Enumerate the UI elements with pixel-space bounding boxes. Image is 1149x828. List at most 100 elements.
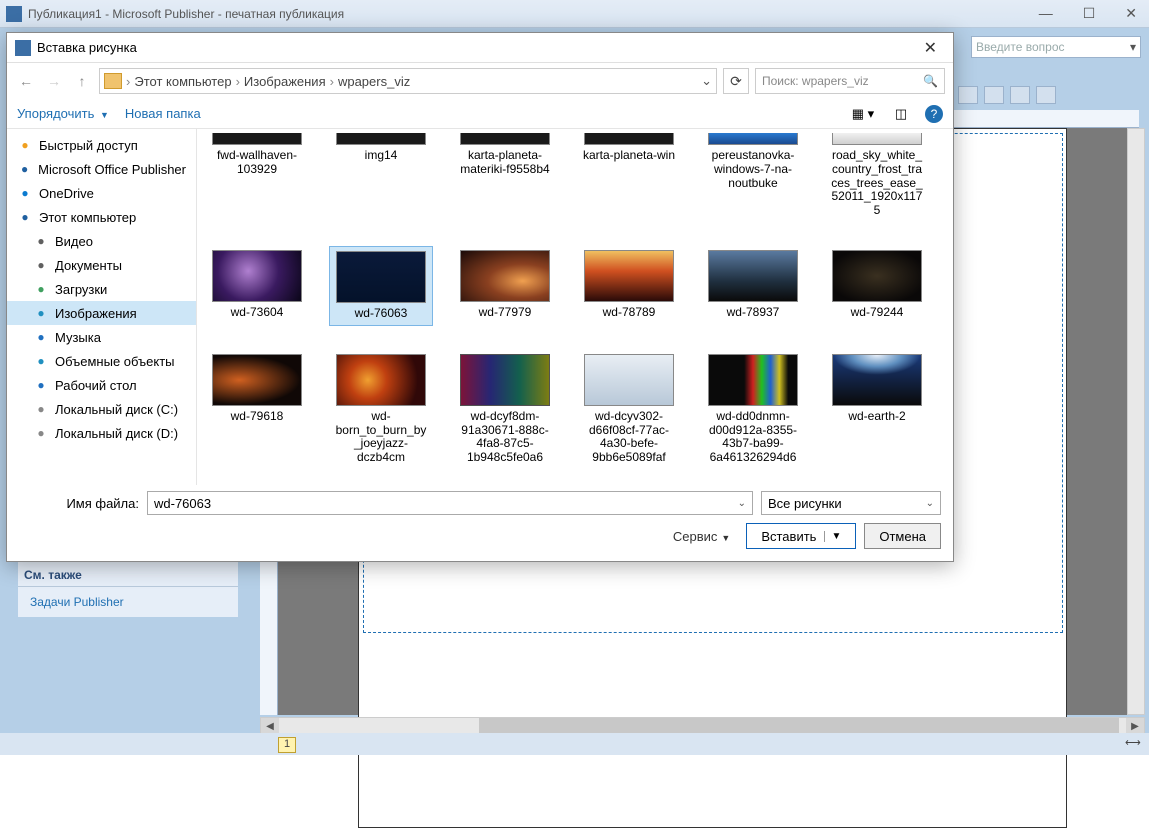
dialog-footer: Имя файла: wd-76063 ⌄ Все рисунки ⌄ Серв… bbox=[7, 485, 953, 561]
pc-icon: ● bbox=[17, 209, 33, 225]
file-name: karta-planeta-materiki-f9558b4 bbox=[457, 149, 553, 177]
file-item[interactable]: wd-earth-2 bbox=[825, 350, 929, 469]
file-item[interactable]: img14 bbox=[329, 129, 433, 222]
toolbar-btn-1[interactable] bbox=[958, 86, 978, 104]
obj3-icon: ● bbox=[33, 353, 49, 369]
nav-forward-button[interactable]: → bbox=[43, 70, 65, 92]
maximize-button[interactable]: ☐ bbox=[1077, 3, 1102, 24]
scroll-left-icon[interactable]: ◀ bbox=[261, 718, 279, 734]
filename-label: Имя файла: bbox=[19, 496, 139, 511]
side-panel: См. также Задачи Publisher bbox=[18, 560, 238, 617]
nav-up-button[interactable]: ↑ bbox=[71, 70, 93, 92]
view-mode-button[interactable]: ▦ ▾ bbox=[849, 103, 877, 125]
navpane-item[interactable]: ●OneDrive bbox=[7, 181, 196, 205]
thumbnail bbox=[832, 250, 922, 302]
file-item[interactable]: wd-77979 bbox=[453, 246, 557, 326]
file-item[interactable]: karta-planeta-materiki-f9558b4 bbox=[453, 129, 557, 222]
scroll-thumb[interactable] bbox=[479, 718, 1119, 734]
navpane-label: Локальный диск (D:) bbox=[55, 426, 178, 441]
navpane-item[interactable]: ●Microsoft Office Publisher bbox=[7, 157, 196, 181]
file-item[interactable]: wd-dd0dnmn-d00d912a-8355-43b7-ba99-6a461… bbox=[701, 350, 805, 469]
tasks-link[interactable]: Задачи Publisher bbox=[18, 587, 238, 617]
page-number[interactable]: 1 bbox=[278, 737, 296, 753]
file-name: fwd-wallhaven-103929 bbox=[209, 149, 305, 177]
dialog-toolbar: Упорядочить ▼ Новая папка ▦ ▾ ◫ ? bbox=[7, 99, 953, 129]
navpane-item[interactable]: ●Этот компьютер bbox=[7, 205, 196, 229]
file-item[interactable]: wd-76063 bbox=[329, 246, 433, 326]
thumbnail bbox=[460, 133, 550, 145]
navpane-item[interactable]: ● Объемные объекты bbox=[7, 349, 196, 373]
minimize-button[interactable]: — bbox=[1033, 3, 1059, 24]
navpane-item[interactable]: ●Документы bbox=[7, 253, 196, 277]
close-button[interactable]: ✕ bbox=[1119, 3, 1143, 24]
mus-icon: ● bbox=[33, 329, 49, 345]
breadcrumb[interactable]: › Этот компьютер › Изображения › wpapers… bbox=[99, 68, 717, 94]
file-item[interactable]: karta-planeta-win bbox=[577, 129, 681, 222]
navpane-label: Объемные объекты bbox=[55, 354, 175, 369]
filename-input[interactable]: wd-76063 ⌄ bbox=[147, 491, 753, 515]
help-search[interactable]: Введите вопрос ▾ bbox=[971, 36, 1141, 58]
search-placeholder: Поиск: wpapers_viz bbox=[762, 74, 869, 88]
scroll-track[interactable] bbox=[279, 718, 1126, 734]
dl-icon: ● bbox=[33, 281, 49, 297]
insert-button[interactable]: Вставить ▼ bbox=[746, 523, 856, 549]
file-item[interactable]: wd-79618 bbox=[205, 350, 309, 469]
vertical-scrollbar[interactable] bbox=[1127, 128, 1145, 715]
chevron-down-icon[interactable]: ⌄ bbox=[701, 73, 712, 89]
navpane-item[interactable]: ●Рабочий стол bbox=[7, 373, 196, 397]
file-list[interactable]: fwd-wallhaven-103929 img14 karta-planeta-m… bbox=[197, 129, 953, 485]
file-name: wd-earth-2 bbox=[848, 410, 905, 424]
file-name: wd-dcyv302-d66f08cf-77ac-4a30-befe-9bb6e… bbox=[581, 410, 677, 465]
toolbar-btn-2[interactable] bbox=[984, 86, 1004, 104]
refresh-button[interactable]: ⟳ bbox=[723, 68, 749, 94]
navpane-label: OneDrive bbox=[39, 186, 94, 201]
chevron-down-icon[interactable]: ⌄ bbox=[738, 498, 746, 509]
cancel-button[interactable]: Отмена bbox=[864, 523, 941, 549]
navpane-item[interactable]: ●Загрузки bbox=[7, 277, 196, 301]
navpane-item[interactable]: ●Локальный диск (C:) bbox=[7, 397, 196, 421]
navpane-item[interactable]: ●Музыка bbox=[7, 325, 196, 349]
file-name: road_sky_white_country_frost_traces_tree… bbox=[829, 149, 925, 218]
crumb-3[interactable]: wpapers_viz bbox=[338, 74, 410, 89]
dialog-close-button[interactable]: ✕ bbox=[916, 36, 945, 60]
navpane-item[interactable]: ●Быстрый доступ bbox=[7, 133, 196, 157]
toolbar-btn-4[interactable] bbox=[1036, 86, 1056, 104]
file-item[interactable]: wd-78789 bbox=[577, 246, 681, 326]
file-item[interactable]: wd-born_to_burn_by_joeyjazz-dczb4cm bbox=[329, 350, 433, 469]
organize-button[interactable]: Упорядочить ▼ bbox=[17, 106, 109, 121]
star-icon: ● bbox=[17, 137, 33, 153]
navpane-item[interactable]: ●Локальный диск (D:) bbox=[7, 421, 196, 445]
help-icon[interactable]: ? bbox=[925, 105, 943, 123]
nav-back-button[interactable]: ← bbox=[15, 70, 37, 92]
preview-pane-button[interactable]: ◫ bbox=[887, 103, 915, 125]
toolbar-btn-3[interactable] bbox=[1010, 86, 1030, 104]
navpane-item[interactable]: ●Видео bbox=[7, 229, 196, 253]
app-icon bbox=[6, 6, 22, 22]
service-menu[interactable]: Сервис▼ bbox=[673, 529, 730, 544]
scroll-right-icon[interactable]: ▶ bbox=[1126, 718, 1144, 734]
img-icon: ● bbox=[33, 305, 49, 321]
navpane-item[interactable]: ●Изображения bbox=[7, 301, 196, 325]
file-item[interactable]: wd-73604 bbox=[205, 246, 309, 326]
file-name: img14 bbox=[365, 149, 398, 163]
file-item[interactable]: wd-dcyf8dm-91a30671-888c-4fa8-87c5-1b948… bbox=[453, 350, 557, 469]
file-item[interactable]: wd-79244 bbox=[825, 246, 929, 326]
publisher-titlebar: Публикация1 - Microsoft Publisher - печа… bbox=[0, 0, 1149, 28]
file-item[interactable]: pereustanovka-windows-7-na-noutbuke bbox=[701, 129, 805, 222]
publisher-window: Публикация1 - Microsoft Publisher - печа… bbox=[0, 0, 1149, 755]
filter-dropdown[interactable]: Все рисунки ⌄ bbox=[761, 491, 941, 515]
thumbnail bbox=[584, 133, 674, 145]
thumbnail bbox=[212, 250, 302, 302]
filter-value: Все рисунки bbox=[768, 496, 842, 511]
new-folder-button[interactable]: Новая папка bbox=[125, 106, 201, 121]
navpane-label: Видео bbox=[55, 234, 93, 249]
file-item[interactable]: fwd-wallhaven-103929 bbox=[205, 129, 309, 222]
file-item[interactable]: wd-dcyv302-d66f08cf-77ac-4a30-befe-9bb6e… bbox=[577, 350, 681, 469]
search-input[interactable]: Поиск: wpapers_viz 🔍 bbox=[755, 68, 945, 94]
crumb-1[interactable]: Этот компьютер bbox=[134, 74, 231, 89]
search-icon: 🔍 bbox=[923, 74, 938, 88]
crumb-2[interactable]: Изображения bbox=[244, 74, 326, 89]
file-item[interactable]: wd-78937 bbox=[701, 246, 805, 326]
file-item[interactable]: road_sky_white_country_frost_traces_tree… bbox=[825, 129, 929, 222]
split-chevron-icon[interactable]: ▼ bbox=[824, 531, 841, 542]
